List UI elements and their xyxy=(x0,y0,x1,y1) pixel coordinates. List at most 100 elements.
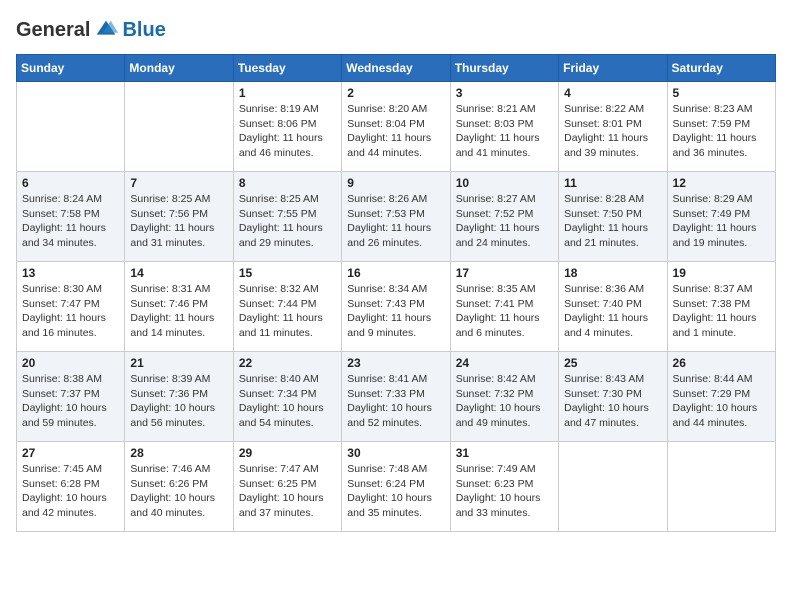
day-info: Sunrise: 8:27 AMSunset: 7:52 PMDaylight:… xyxy=(456,192,553,251)
calendar-cell: 13 Sunrise: 8:30 AMSunset: 7:47 PMDayligh… xyxy=(17,262,125,352)
day-info: Sunrise: 8:29 AMSunset: 7:49 PMDaylight:… xyxy=(673,192,770,251)
day-number: 1 xyxy=(239,86,336,100)
logo-blue-text: Blue xyxy=(122,19,165,42)
day-number: 12 xyxy=(673,176,770,190)
day-number: 19 xyxy=(673,266,770,280)
day-number: 17 xyxy=(456,266,553,280)
day-number: 31 xyxy=(456,446,553,460)
calendar-header-row: SundayMondayTuesdayWednesdayThursdayFrid… xyxy=(17,55,776,82)
day-number: 22 xyxy=(239,356,336,370)
day-info: Sunrise: 8:34 AMSunset: 7:43 PMDaylight:… xyxy=(347,282,444,341)
day-info: Sunrise: 8:31 AMSunset: 7:46 PMDaylight:… xyxy=(130,282,227,341)
calendar-week-row-5: 27Sunrise: 7:45 AMSunset: 6:28 PMDayligh… xyxy=(17,442,776,532)
calendar-weekday-wednesday: Wednesday xyxy=(342,55,450,82)
logo-icon xyxy=(92,16,120,44)
day-number: 30 xyxy=(347,446,444,460)
calendar-cell: 30 Sunrise: 7:48 AMSunset: 6:24 PMDayligh… xyxy=(342,442,450,532)
calendar-week-row-3: 13 Sunrise: 8:30 AMSunset: 7:47 PMDayligh… xyxy=(17,262,776,352)
calendar-cell: 25 Sunrise: 8:43 AMSunset: 7:30 PMDayligh… xyxy=(559,352,667,442)
calendar-cell: 7 Sunrise: 8:25 AMSunset: 7:56 PMDaylight… xyxy=(125,172,233,262)
day-info: Sunrise: 8:43 AMSunset: 7:30 PMDaylight:… xyxy=(564,372,661,431)
calendar-cell: 21 Sunrise: 8:39 AMSunset: 7:36 PMDayligh… xyxy=(125,352,233,442)
calendar-cell: 28 Sunrise: 7:46 AMSunset: 6:26 PMDayligh… xyxy=(125,442,233,532)
calendar-cell xyxy=(559,442,667,532)
calendar-cell: 29 Sunrise: 7:47 AMSunset: 6:25 PMDayligh… xyxy=(233,442,341,532)
calendar-cell: 26 Sunrise: 8:44 AMSunset: 7:29 PMDayligh… xyxy=(667,352,775,442)
day-number: 3 xyxy=(456,86,553,100)
day-number: 18 xyxy=(564,266,661,280)
day-info: Sunrise: 8:35 AMSunset: 7:41 PMDaylight:… xyxy=(456,282,553,341)
day-number: 7 xyxy=(130,176,227,190)
day-info: Sunrise: 8:21 AMSunset: 8:03 PMDaylight:… xyxy=(456,102,553,161)
calendar-cell: 17 Sunrise: 8:35 AMSunset: 7:41 PMDayligh… xyxy=(450,262,558,352)
calendar-cell: 9 Sunrise: 8:26 AMSunset: 7:53 PMDaylight… xyxy=(342,172,450,262)
day-info: Sunrise: 8:41 AMSunset: 7:33 PMDaylight:… xyxy=(347,372,444,431)
calendar-cell: 22 Sunrise: 8:40 AMSunset: 7:34 PMDayligh… xyxy=(233,352,341,442)
day-number: 4 xyxy=(564,86,661,100)
day-info: Sunrise: 8:26 AMSunset: 7:53 PMDaylight:… xyxy=(347,192,444,251)
day-number: 9 xyxy=(347,176,444,190)
day-info: Sunrise: 8:42 AMSunset: 7:32 PMDaylight:… xyxy=(456,372,553,431)
calendar-cell xyxy=(17,82,125,172)
day-info: Sunrise: 7:46 AMSunset: 6:26 PMDaylight:… xyxy=(130,462,227,521)
page-header: General Blue xyxy=(16,16,776,44)
day-number: 16 xyxy=(347,266,444,280)
calendar-table: SundayMondayTuesdayWednesdayThursdayFrid… xyxy=(16,54,776,532)
day-info: Sunrise: 8:25 AMSunset: 7:55 PMDaylight:… xyxy=(239,192,336,251)
logo: General Blue xyxy=(16,16,166,44)
calendar-cell xyxy=(125,82,233,172)
day-number: 28 xyxy=(130,446,227,460)
day-number: 29 xyxy=(239,446,336,460)
day-info: Sunrise: 8:32 AMSunset: 7:44 PMDaylight:… xyxy=(239,282,336,341)
day-info: Sunrise: 8:20 AMSunset: 8:04 PMDaylight:… xyxy=(347,102,444,161)
day-info: Sunrise: 8:30 AMSunset: 7:47 PMDaylight:… xyxy=(22,282,119,341)
calendar-weekday-monday: Monday xyxy=(125,55,233,82)
calendar-cell: 16 Sunrise: 8:34 AMSunset: 7:43 PMDayligh… xyxy=(342,262,450,352)
calendar-cell: 18Sunrise: 8:36 AMSunset: 7:40 PMDayligh… xyxy=(559,262,667,352)
day-info: Sunrise: 8:38 AMSunset: 7:37 PMDaylight:… xyxy=(22,372,119,431)
calendar-cell: 10 Sunrise: 8:27 AMSunset: 7:52 PMDayligh… xyxy=(450,172,558,262)
calendar-cell: 23 Sunrise: 8:41 AMSunset: 7:33 PMDayligh… xyxy=(342,352,450,442)
calendar-cell: 4Sunrise: 8:22 AMSunset: 8:01 PMDaylight… xyxy=(559,82,667,172)
day-number: 8 xyxy=(239,176,336,190)
calendar-cell: 1 Sunrise: 8:19 AMSunset: 8:06 PMDaylight… xyxy=(233,82,341,172)
day-info: Sunrise: 8:37 AMSunset: 7:38 PMDaylight:… xyxy=(673,282,770,341)
calendar-cell: 11 Sunrise: 8:28 AMSunset: 7:50 PMDayligh… xyxy=(559,172,667,262)
day-info: Sunrise: 7:47 AMSunset: 6:25 PMDaylight:… xyxy=(239,462,336,521)
day-number: 11 xyxy=(564,176,661,190)
day-number: 26 xyxy=(673,356,770,370)
day-number: 6 xyxy=(22,176,119,190)
calendar-cell: 15 Sunrise: 8:32 AMSunset: 7:44 PMDayligh… xyxy=(233,262,341,352)
calendar-cell: 2 Sunrise: 8:20 AMSunset: 8:04 PMDaylight… xyxy=(342,82,450,172)
day-info: Sunrise: 8:28 AMSunset: 7:50 PMDaylight:… xyxy=(564,192,661,251)
day-number: 25 xyxy=(564,356,661,370)
day-number: 2 xyxy=(347,86,444,100)
calendar-cell xyxy=(667,442,775,532)
day-number: 24 xyxy=(456,356,553,370)
day-number: 13 xyxy=(22,266,119,280)
day-info: Sunrise: 7:48 AMSunset: 6:24 PMDaylight:… xyxy=(347,462,444,521)
day-info: Sunrise: 7:49 AMSunset: 6:23 PMDaylight:… xyxy=(456,462,553,521)
calendar-cell: 24 Sunrise: 8:42 AMSunset: 7:32 PMDayligh… xyxy=(450,352,558,442)
logo-general-text: General xyxy=(16,19,90,42)
day-info: Sunrise: 8:25 AMSunset: 7:56 PMDaylight:… xyxy=(130,192,227,251)
day-info: Sunrise: 8:23 AMSunset: 7:59 PMDaylight:… xyxy=(673,102,770,161)
day-info: Sunrise: 8:24 AMSunset: 7:58 PMDaylight:… xyxy=(22,192,119,251)
day-number: 23 xyxy=(347,356,444,370)
calendar-cell: 5Sunrise: 8:23 AMSunset: 7:59 PMDaylight… xyxy=(667,82,775,172)
day-info: Sunrise: 8:19 AMSunset: 8:06 PMDaylight:… xyxy=(239,102,336,161)
calendar-weekday-thursday: Thursday xyxy=(450,55,558,82)
calendar-week-row-4: 20Sunrise: 8:38 AMSunset: 7:37 PMDayligh… xyxy=(17,352,776,442)
day-number: 21 xyxy=(130,356,227,370)
day-number: 15 xyxy=(239,266,336,280)
day-number: 10 xyxy=(456,176,553,190)
calendar-cell: 6 Sunrise: 8:24 AMSunset: 7:58 PMDaylight… xyxy=(17,172,125,262)
calendar-cell: 20Sunrise: 8:38 AMSunset: 7:37 PMDayligh… xyxy=(17,352,125,442)
calendar-cell: 27Sunrise: 7:45 AMSunset: 6:28 PMDayligh… xyxy=(17,442,125,532)
calendar-weekday-saturday: Saturday xyxy=(667,55,775,82)
calendar-cell: 12 Sunrise: 8:29 AMSunset: 7:49 PMDayligh… xyxy=(667,172,775,262)
day-info: Sunrise: 8:40 AMSunset: 7:34 PMDaylight:… xyxy=(239,372,336,431)
day-info: Sunrise: 8:44 AMSunset: 7:29 PMDaylight:… xyxy=(673,372,770,431)
calendar-weekday-sunday: Sunday xyxy=(17,55,125,82)
day-info: Sunrise: 8:39 AMSunset: 7:36 PMDaylight:… xyxy=(130,372,227,431)
